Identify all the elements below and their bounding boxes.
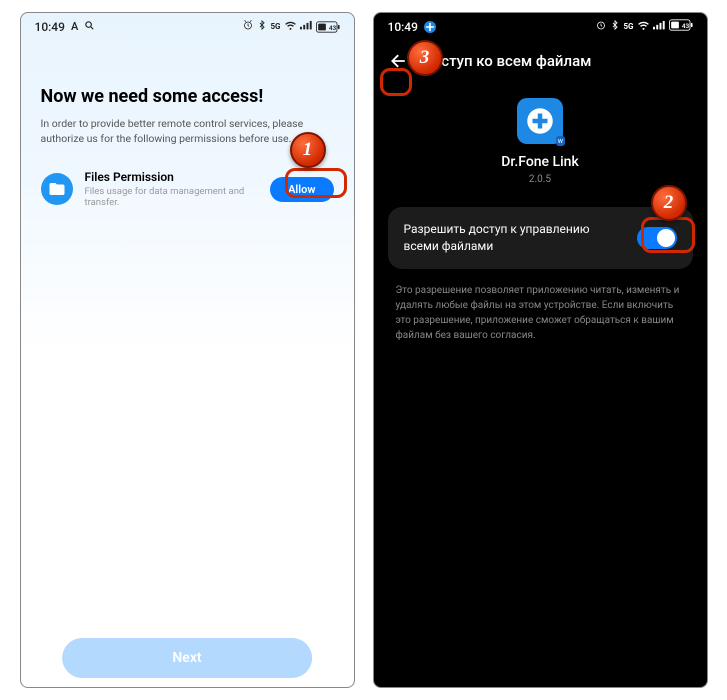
wifi-icon [284,20,297,34]
page-title: Доступ ко всем файлам [422,52,592,70]
signal-icon [653,20,666,34]
phone-left: 10:49 A 5G 43 Now we need [20,12,355,688]
next-button[interactable]: Next [62,638,312,678]
wifi-icon [637,20,650,34]
alarm-icon [595,19,607,34]
status-search-icon [84,20,95,34]
app-icon: w [517,98,563,144]
permission-title: Files Permission [85,170,259,184]
status-time: 10:49 [388,20,418,34]
app-name: Dr.Fone Link [374,154,707,170]
folder-icon [41,173,73,205]
five-g-icon: 5G [623,22,633,31]
app-badge-icon [424,21,436,33]
back-button[interactable] [388,50,410,72]
app-info: w Dr.Fone Link 2.0.5 [374,98,707,185]
permission-description: Это разрешение позволяет приложению чита… [396,283,685,343]
battery-icon: 43 [669,19,693,34]
status-time: 10:49 [35,20,65,34]
permission-text: Files Permission Files usage for data ma… [85,170,259,208]
svg-text:43: 43 [328,24,336,32]
alarm-icon [242,19,254,34]
toggle-file-access[interactable] [637,227,677,249]
toggle-label: Разрешить доступ к управлению всеми файл… [404,221,621,255]
page-title: Now we need some access! [41,86,334,107]
callout-2: 2 [651,185,687,221]
permission-subtitle: Files usage for data management and tran… [85,186,259,208]
arrow-left-icon [389,51,409,71]
page-description: In order to provide better remote contro… [41,117,334,146]
status-bar-left: 10:49 A 5G 43 [21,13,354,38]
bluetooth-icon [610,19,620,34]
five-g-icon: 5G [270,22,280,31]
toggle-card-file-access: Разрешить доступ к управлению всеми файл… [388,207,693,269]
toggle-knob [657,229,675,247]
svg-text:43: 43 [681,22,689,30]
status-bar-right: 10:49 5G 43 [374,13,707,38]
allow-button[interactable]: Allow [270,177,333,202]
callout-3: 3 [407,40,443,76]
permission-row-files: Files Permission Files usage for data ma… [41,170,334,208]
signal-icon [300,20,313,34]
callout-1: 1 [290,132,326,168]
phone-right: 10:49 5G 43 До [373,12,708,688]
status-a-icon: A [71,20,78,33]
bluetooth-icon [257,19,267,34]
battery-icon: 43 [316,21,340,33]
app-version: 2.0.5 [374,174,707,185]
